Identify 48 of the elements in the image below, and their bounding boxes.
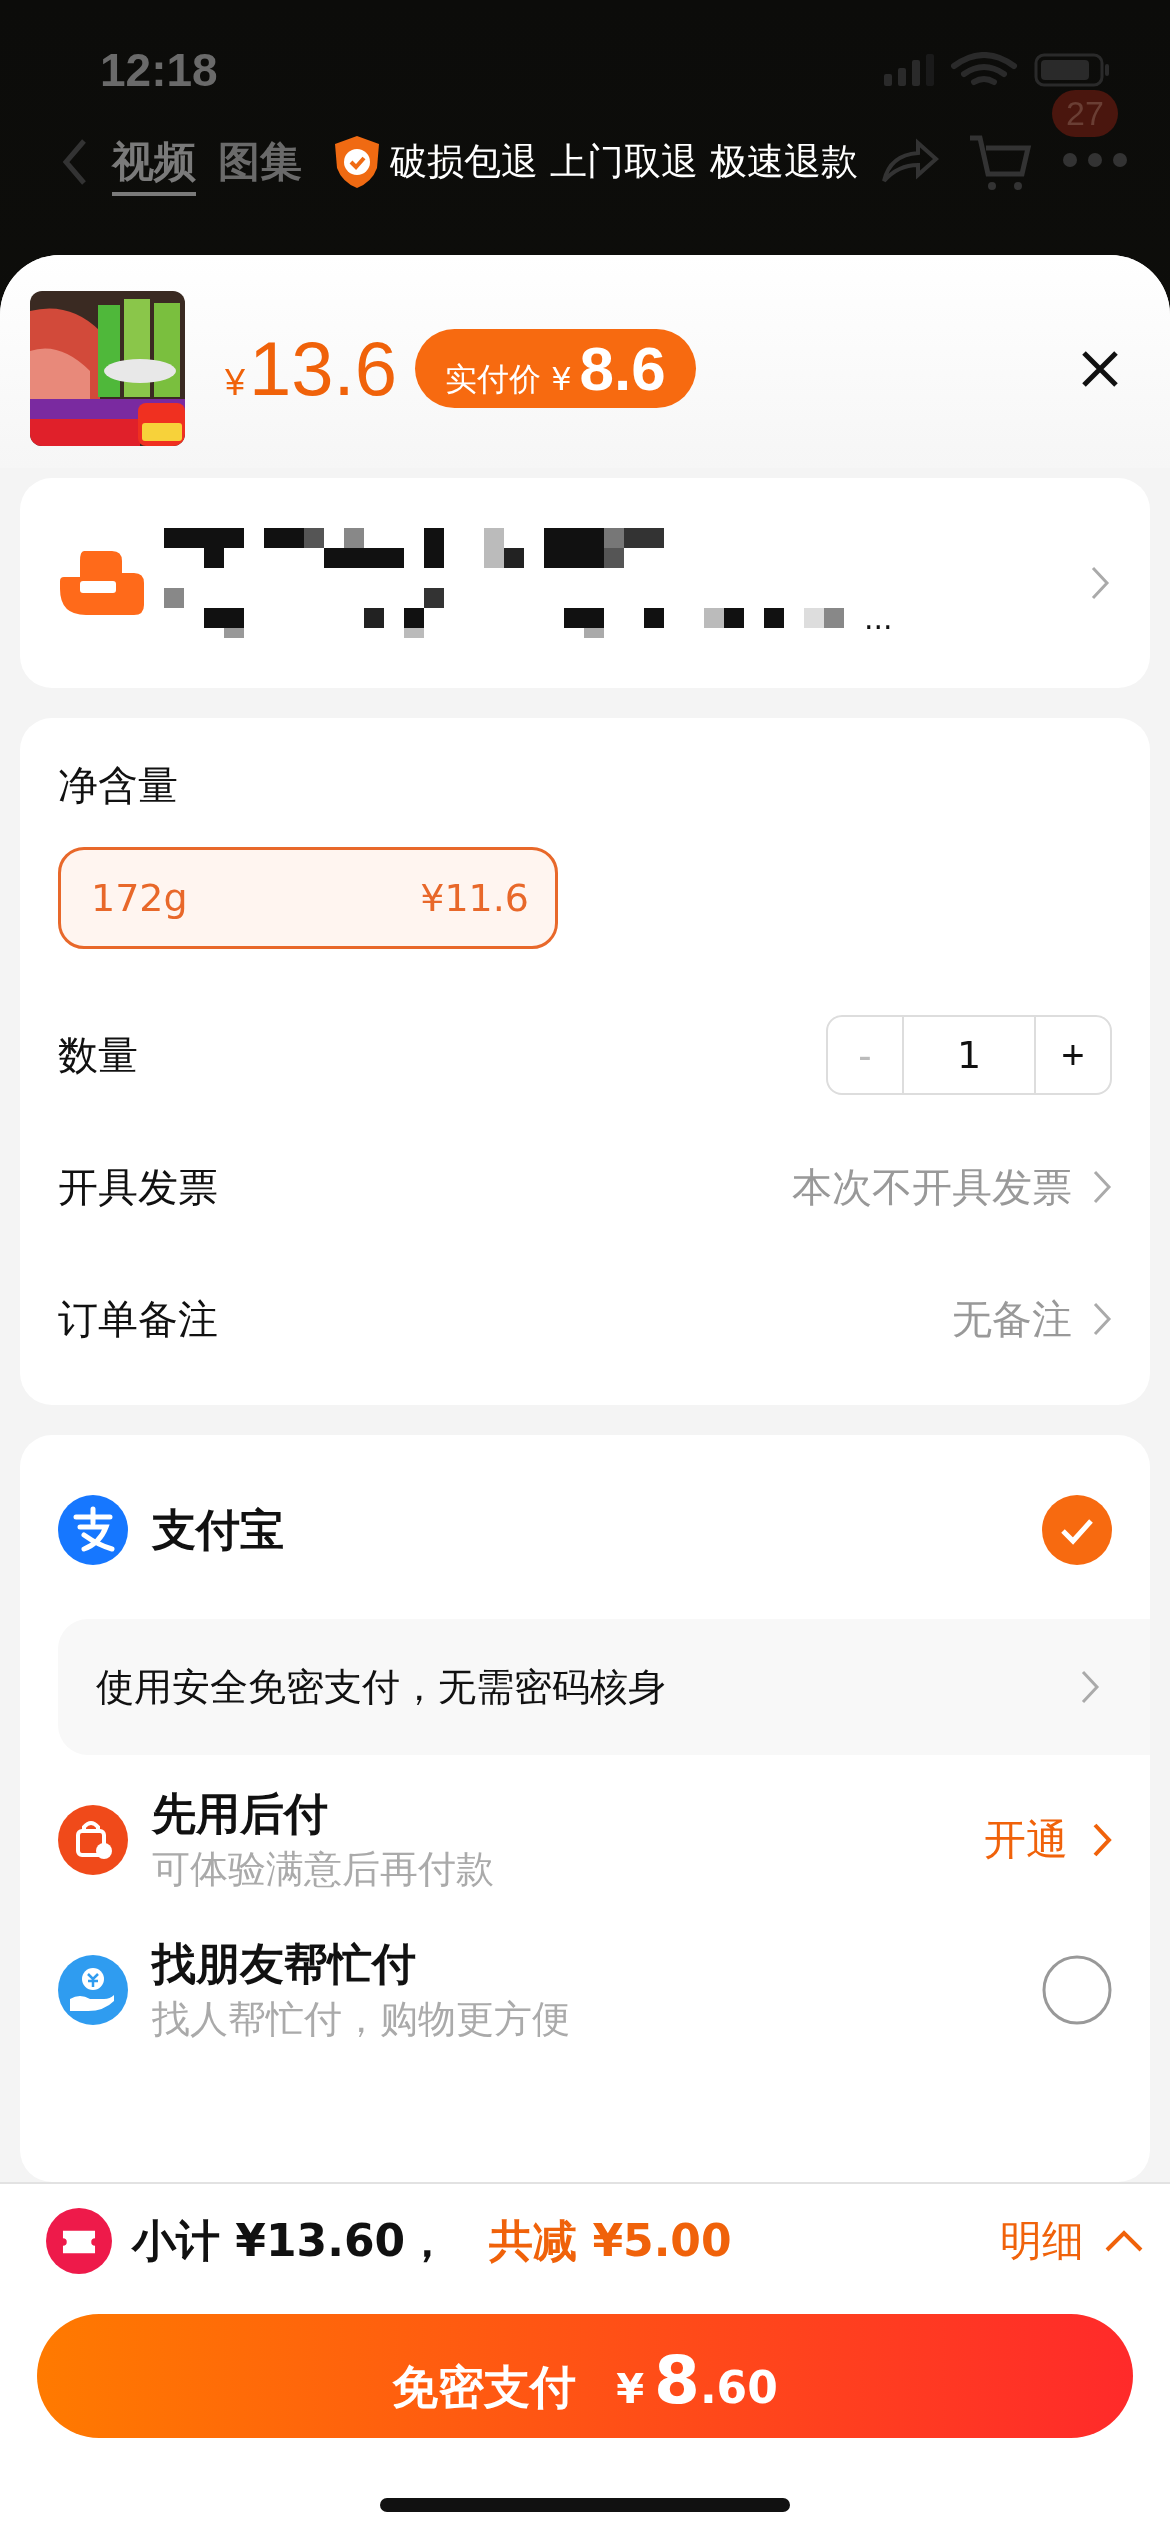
quantity-value: 1 (902, 1017, 1036, 1093)
chevron-right-icon (1080, 1669, 1100, 1705)
close-icon[interactable] (1080, 348, 1120, 389)
location-logo-icon (60, 551, 144, 615)
password-free-banner[interactable]: 使用安全免密支付，无需密码核身 (58, 1619, 1150, 1755)
status-time: 12:18 (100, 43, 218, 97)
caret-up-icon[interactable] (1104, 2229, 1144, 2253)
chevron-right-icon (1092, 1301, 1112, 1337)
radio-unchecked-icon[interactable] (1042, 1955, 1112, 2025)
detail-link[interactable]: 明细 (1000, 2213, 1084, 2269)
shield-check-icon (332, 134, 382, 190)
banner-text: 使用安全免密支付，无需密码核身 (96, 1663, 666, 1711)
activate-link[interactable]: 开通 (984, 1812, 1068, 1868)
row-value[interactable]: 本次不开具发票 (792, 1159, 1072, 1215)
price-text: ¥13.6 (225, 325, 397, 412)
subtotal-text: 小计 ¥13.60， (132, 2213, 450, 2268)
discount-text: 共减 ¥5.00 (489, 2213, 732, 2268)
actual-price-badge: 实付价 ¥8.6 (414, 329, 696, 408)
wifi-icon (950, 52, 1018, 88)
chevron-right-icon (1092, 1822, 1112, 1858)
hand-coin-icon (58, 1955, 128, 2025)
payment-method-title: 支付宝 (152, 1502, 285, 1557)
ellipsis-text: ... (864, 600, 893, 636)
shopping-bag-icon (58, 1805, 128, 1875)
ticket-icon (46, 2208, 112, 2274)
payment-method-subtitle: 可体验满意后再付款 (152, 1846, 495, 1893)
row-label: 开具发票 (58, 1162, 218, 1212)
chevron-right-icon (1092, 1169, 1112, 1205)
guarantee-text: 破损包退 上门取退 极速退款 (390, 139, 858, 185)
radio-checked-icon[interactable] (1042, 1495, 1112, 1565)
quantity-stepper[interactable]: - 1 + (826, 1015, 1112, 1095)
media-tab[interactable]: 图集 (218, 134, 302, 190)
address-card[interactable]: ... (20, 478, 1150, 688)
spec-title: 净含量 (58, 761, 179, 810)
increase-button[interactable]: + (1036, 1017, 1110, 1093)
media-tab[interactable]: 视频 (112, 134, 196, 190)
alipay-icon (58, 1495, 128, 1565)
payment-method-title: 先用后付 (152, 1787, 329, 1841)
battery-icon (1034, 53, 1110, 87)
spec-option[interactable]: 172g ¥11.6 (58, 847, 558, 949)
payment-method-title: 找朋友帮忙付 (152, 1937, 417, 1991)
pay-button[interactable]: 免密支付 ¥8.60 (37, 2314, 1133, 2438)
payment-method-subtitle: 找人帮忙付，购物更方便 (152, 1996, 571, 2043)
chevron-right-icon (1090, 565, 1110, 601)
more-icon[interactable] (1060, 150, 1130, 170)
row-label: 订单备注 (58, 1294, 218, 1344)
quantity-label: 数量 (58, 1030, 138, 1080)
row-value[interactable]: 无备注 (952, 1291, 1072, 1347)
